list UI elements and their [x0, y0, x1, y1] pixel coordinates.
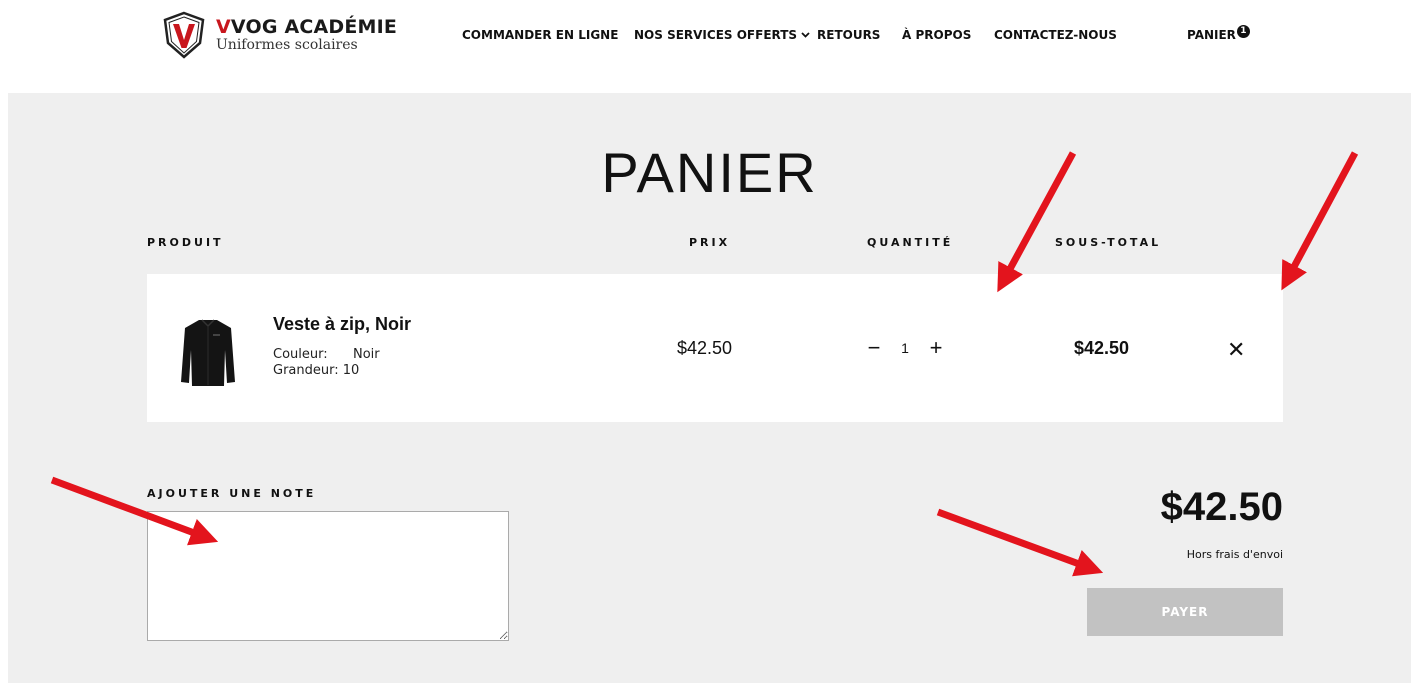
note-label: AJOUTER UNE NOTE — [147, 487, 317, 500]
quantity-decrease-button[interactable]: − — [862, 337, 886, 359]
product-color-line: Couleur: Noir — [273, 347, 380, 363]
nav-retours[interactable]: RETOURS — [817, 28, 880, 42]
product-name[interactable]: Veste à zip, Noir — [273, 314, 411, 335]
cart-panel: PANIER PRODUIT PRIX QUANTITÉ SOUS-TOTAL … — [8, 93, 1411, 683]
product-color-label: Couleur: — [273, 347, 328, 362]
brand-name-prefix: V — [216, 16, 231, 38]
site-header: VVOG ACADÉMIE Uniformes scolaires COMMAN… — [0, 0, 1411, 92]
column-header-price: PRIX — [689, 236, 731, 249]
shield-logo-icon — [163, 11, 205, 59]
nav-a-propos[interactable]: À PROPOS — [902, 28, 971, 42]
brand-name-rest: VOG ACADÉMIE — [230, 16, 398, 38]
cart-item-row: Veste à zip, Noir Couleur: Noir Grandeur:… — [147, 274, 1283, 422]
product-subtotal: $42.50 — [1074, 338, 1130, 358]
checkout-button[interactable]: PAYER — [1087, 588, 1283, 636]
nav-commander-en-ligne[interactable]: COMMANDER EN LIGNE — [462, 28, 618, 42]
jacket-product-image[interactable] — [177, 316, 239, 388]
brand-logo[interactable]: VVOG ACADÉMIE Uniformes scolaires — [162, 10, 397, 60]
quantity-increase-button[interactable]: + — [924, 337, 948, 359]
page-title: PANIER — [601, 141, 818, 204]
nav-contactez-nous[interactable]: CONTACTEZ-NOUS — [994, 28, 1117, 42]
nav-services-offerts[interactable]: NOS SERVICES OFFERTS — [634, 28, 810, 42]
brand-text: VVOG ACADÉMIE Uniformes scolaires — [216, 17, 397, 53]
product-price: $42.50 — [677, 338, 733, 358]
remove-item-button[interactable]: ✕ — [1227, 339, 1245, 361]
product-size-line: Grandeur: 10 — [273, 363, 380, 379]
product-options: Couleur: Noir Grandeur: 10 — [273, 347, 380, 379]
cart-total: $42.50 — [1160, 485, 1283, 529]
brand-subtitle: Uniformes scolaires — [216, 37, 358, 53]
nav-cart-label: PANIER — [1187, 28, 1236, 42]
quantity-stepper: − 1 + — [862, 337, 948, 359]
column-header-subtotal: SOUS-TOTAL — [1055, 236, 1162, 249]
product-size-label: Grandeur: — [273, 363, 339, 378]
chevron-down-icon — [801, 30, 810, 41]
column-header-product: PRODUIT — [147, 236, 224, 249]
shipping-note: Hors frais d'envoi — [1186, 548, 1283, 561]
order-note-textarea[interactable] — [147, 511, 509, 641]
column-header-quantity: QUANTITÉ — [867, 236, 954, 249]
nav-services-label: NOS SERVICES OFFERTS — [634, 28, 798, 42]
quantity-value[interactable]: 1 — [886, 340, 924, 356]
product-size-value: 10 — [342, 363, 360, 378]
nav-cart[interactable]: PANIER 1 — [1187, 25, 1250, 42]
cart-count-badge: 1 — [1236, 25, 1250, 38]
product-color-value: Noir — [353, 347, 380, 362]
brand-name: VVOG ACADÉMIE — [216, 17, 397, 37]
